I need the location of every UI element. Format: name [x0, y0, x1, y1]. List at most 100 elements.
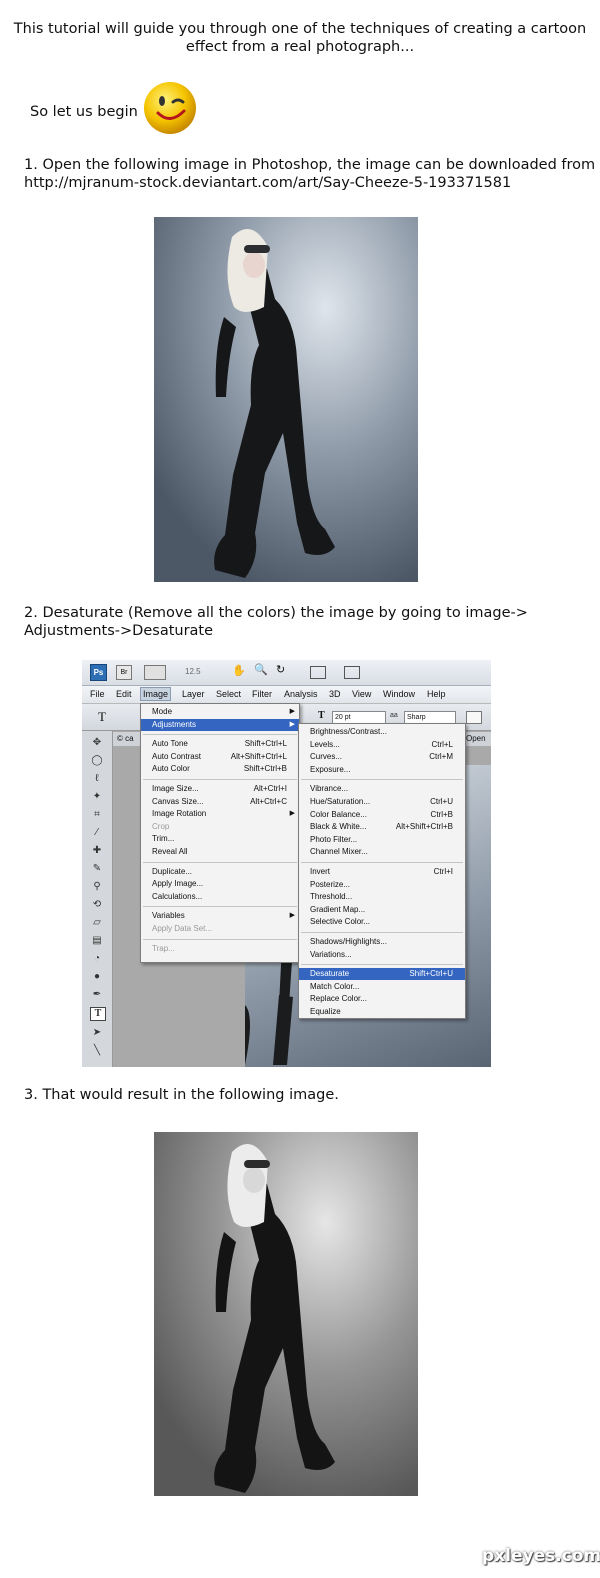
- menu-separator: [143, 906, 297, 908]
- menu-window[interactable]: Window: [383, 689, 415, 699]
- adjustments-item-posterize[interactable]: Posterize...: [299, 879, 465, 891]
- eraser-tool-icon[interactable]: ▱: [90, 917, 104, 929]
- gradient-tool-icon[interactable]: ▤: [90, 935, 104, 947]
- menu-item-label: Invert: [310, 867, 331, 876]
- menu-item-label: Image Rotation: [152, 809, 207, 819]
- adjustments-item-hue-saturation[interactable]: Hue/Saturation... Ctrl+U: [299, 796, 465, 808]
- image-menu-item-image-rotation[interactable]: Image Rotation ▶: [141, 808, 299, 820]
- marquee-tool-icon[interactable]: ◯: [90, 755, 104, 767]
- image-menu-item-reveal-all[interactable]: Reveal All: [141, 846, 299, 858]
- menu-help[interactable]: Help: [427, 689, 446, 699]
- image-menu-item-auto-contrast[interactable]: Auto Contrast Alt+Shift+Ctrl+L: [141, 751, 299, 763]
- menu-item-label: Crop: [152, 821, 170, 831]
- bridge-icon[interactable]: Br: [116, 665, 132, 680]
- menu-3d[interactable]: 3D: [329, 689, 341, 699]
- adjustments-item-black-white[interactable]: Black & White... Alt+Shift+Ctrl+B: [299, 821, 465, 833]
- menu-item-label: Trim...: [152, 834, 175, 844]
- adjustments-item-threshold[interactable]: Threshold...: [299, 891, 465, 903]
- adjustments-item-equalize[interactable]: Equalize: [299, 1006, 465, 1018]
- menu-analysis[interactable]: Analysis: [284, 689, 318, 699]
- menu-image[interactable]: Image: [140, 687, 172, 701]
- menu-separator: [143, 861, 297, 863]
- adjustments-item-desaturate[interactable]: Desaturate Shift+Ctrl+U: [299, 968, 465, 981]
- menu-bar: File Edit Image Layer Select Filter Anal…: [82, 686, 491, 703]
- pen-tool-icon[interactable]: ✒: [90, 989, 104, 1001]
- adjustments-item-invert[interactable]: Invert Ctrl+I: [299, 866, 465, 878]
- dodge-tool-icon[interactable]: ●: [90, 971, 104, 983]
- image-menu-item-image-size[interactable]: Image Size... Alt+Ctrl+I: [141, 783, 299, 795]
- menu-item-label: Auto Contrast: [152, 751, 201, 761]
- image-menu-item-mode[interactable]: Mode ▶: [141, 706, 299, 718]
- hand-tool-icon[interactable]: ✋: [232, 664, 246, 677]
- adjustments-item-exposure[interactable]: Exposure...: [299, 764, 465, 776]
- adjustments-item-shadows-highlights[interactable]: Shadows/Highlights...: [299, 936, 465, 948]
- menu-item-label: Levels...: [310, 739, 340, 749]
- zoom-level[interactable]: 12.5: [185, 667, 201, 676]
- menu-item-label: Photo Filter...: [310, 834, 358, 844]
- tools-panel: ✥ ◯ ℓ ✦ ⌗ ⁄ ✚ ✎ ⚲ ⟲ ▱ ▤ ◔ ● ✒ T ➤ ╲: [82, 731, 113, 1067]
- application-bar: Ps Br 12.5 ✋ 🔍 ↻: [82, 660, 491, 686]
- healing-brush-tool-icon[interactable]: ✚: [90, 845, 104, 857]
- watermark: pxleyes.com: [482, 1546, 600, 1566]
- adjustments-item-photo-filter[interactable]: Photo Filter...: [299, 834, 465, 846]
- adjustments-item-vibrance[interactable]: Vibrance...: [299, 783, 465, 795]
- type-tool-icon[interactable]: T: [98, 709, 106, 725]
- menu-view[interactable]: View: [352, 689, 371, 699]
- menu-separator: [301, 964, 463, 966]
- zoom-tool-icon[interactable]: 🔍: [254, 663, 268, 676]
- image-menu-item-auto-tone[interactable]: Auto Tone Shift+Ctrl+L: [141, 738, 299, 750]
- menu-item-label: Reveal All: [152, 847, 188, 856]
- image-menu-item-trim[interactable]: Trim...: [141, 833, 299, 845]
- image-menu: Mode ▶ Adjustments ▶ Auto Tone Shift+Ctrl+L Au…: [140, 703, 300, 963]
- path-selection-tool-icon[interactable]: ➤: [90, 1027, 104, 1039]
- menu-filter[interactable]: Filter: [252, 689, 272, 699]
- image-menu-item-duplicate[interactable]: Duplicate...: [141, 866, 299, 878]
- menu-item-label: Threshold...: [310, 892, 353, 902]
- menu-item-label: Variables: [152, 911, 185, 921]
- image-menu-item-adjustments[interactable]: Adjustments ▶: [141, 718, 299, 731]
- eyedropper-tool-icon[interactable]: ⁄: [90, 827, 104, 839]
- adjustments-item-replace-color[interactable]: Replace Color...: [299, 993, 465, 1005]
- image-menu-item-canvas-size[interactable]: Canvas Size... Alt+Ctrl+C: [141, 796, 299, 808]
- open-tab[interactable]: Open: [462, 732, 491, 746]
- history-brush-tool-icon[interactable]: ⟲: [90, 899, 104, 911]
- adjustments-item-gradient-map[interactable]: Gradient Map...: [299, 904, 465, 916]
- lasso-tool-icon[interactable]: ℓ: [90, 773, 104, 785]
- type-tool-active-icon[interactable]: T: [90, 1007, 106, 1021]
- adjustments-item-levels[interactable]: Levels... Ctrl+L: [299, 739, 465, 751]
- menu-item-shortcut: Ctrl+I: [433, 867, 453, 876]
- image-menu-item-calculations[interactable]: Calculations...: [141, 891, 299, 903]
- menu-select[interactable]: Select: [216, 689, 241, 699]
- adjustments-item-color-balance[interactable]: Color Balance... Ctrl+B: [299, 809, 465, 821]
- blur-tool-icon[interactable]: ◔: [90, 953, 104, 965]
- line-tool-icon[interactable]: ╲: [90, 1045, 104, 1057]
- adjustments-item-selective-color[interactable]: Selective Color...: [299, 916, 465, 928]
- adjustments-item-curves[interactable]: Curves... Ctrl+M: [299, 751, 465, 763]
- menu-separator: [301, 779, 463, 781]
- menu-file[interactable]: File: [90, 689, 105, 699]
- menu-item-shortcut: Ctrl+L: [431, 739, 453, 749]
- adjustments-item-match-color[interactable]: Match Color...: [299, 981, 465, 993]
- view-extras-icon[interactable]: [144, 665, 166, 680]
- adjustments-item-variations[interactable]: Variations...: [299, 949, 465, 961]
- clone-stamp-tool-icon[interactable]: ⚲: [90, 881, 104, 893]
- image-menu-item-auto-color[interactable]: Auto Color Shift+Ctrl+B: [141, 763, 299, 775]
- step2-line-2: Adjustments->Desaturate: [24, 623, 214, 639]
- image-menu-item-variables[interactable]: Variables ▶: [141, 910, 299, 922]
- adjustments-item-brightness-contrast[interactable]: Brightness/Contrast...: [299, 726, 465, 738]
- brush-tool-icon[interactable]: ✎: [90, 863, 104, 875]
- rotate-view-icon[interactable]: ↻: [276, 663, 285, 676]
- crop-tool-icon[interactable]: ⌗: [90, 809, 104, 821]
- align-left-icon[interactable]: [466, 711, 482, 724]
- desaturated-photo: [154, 1132, 418, 1496]
- screen-mode-icon[interactable]: [344, 666, 360, 679]
- adjustments-item-channel-mixer[interactable]: Channel Mixer...: [299, 846, 465, 858]
- move-tool-icon[interactable]: ✥: [90, 737, 104, 749]
- magic-wand-tool-icon[interactable]: ✦: [90, 791, 104, 803]
- image-menu-item-apply-image[interactable]: Apply Image...: [141, 878, 299, 890]
- menu-item-label: Auto Color: [152, 764, 190, 774]
- arrange-documents-icon[interactable]: [310, 666, 326, 679]
- menu-layer[interactable]: Layer: [182, 689, 205, 699]
- menu-edit[interactable]: Edit: [116, 689, 132, 699]
- menu-item-shortcut: Alt+Shift+Ctrl+L: [230, 751, 287, 761]
